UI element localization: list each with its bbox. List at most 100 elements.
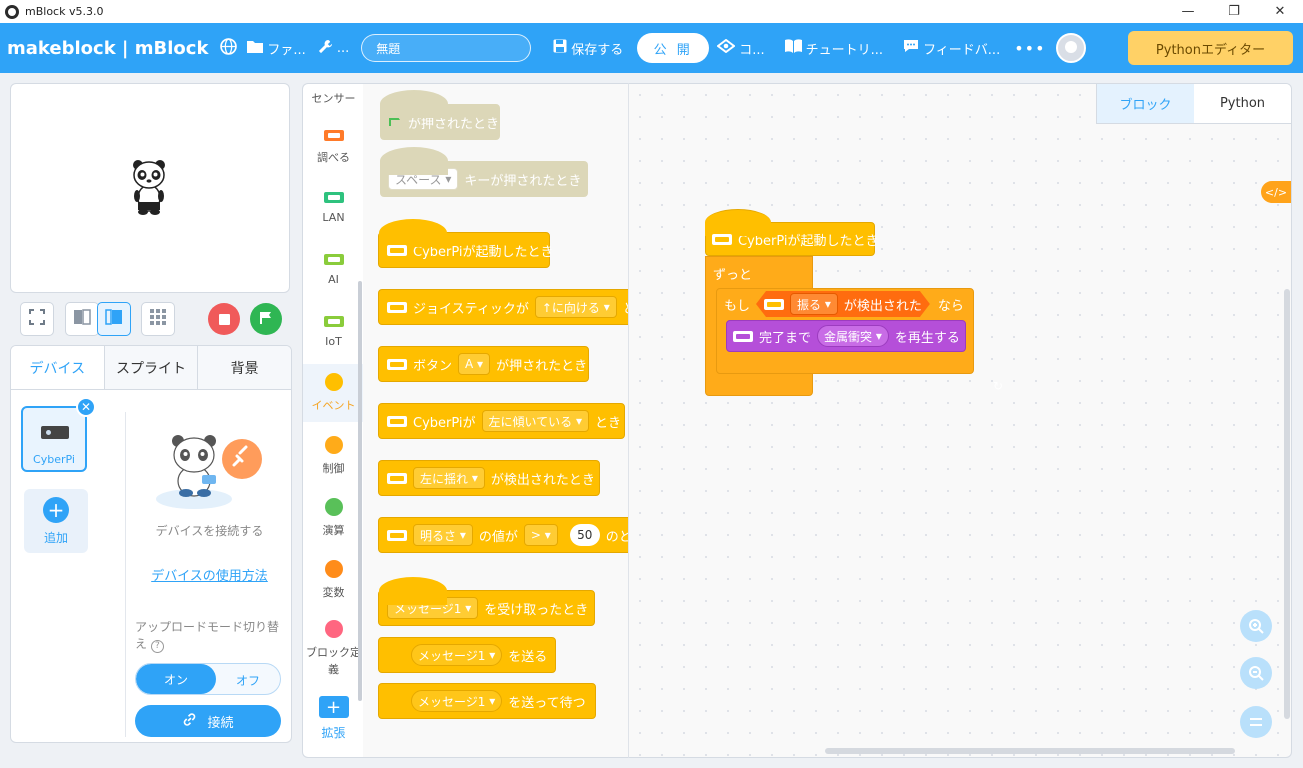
button-dropdown[interactable]: A ▾ [458, 353, 491, 375]
small-stage-button[interactable] [65, 302, 99, 336]
block-sensor-value[interactable]: 明るさ ▾ の値が > ▾ 50 のと [378, 517, 628, 553]
upload-mode-toggle[interactable]: オン オフ [135, 663, 281, 695]
fullscreen-icon [29, 309, 45, 329]
key-dropdown[interactable]: スペース ▾ [388, 168, 459, 190]
category-operators[interactable]: 演算 [303, 498, 364, 538]
block-text: ジョイスティックが [413, 301, 529, 317]
language-menu[interactable] [220, 37, 241, 59]
toggle-off[interactable]: オフ [216, 664, 280, 694]
shake-condition[interactable]: 振る ▾ が検出された [756, 291, 930, 317]
block-broadcast[interactable]: メッセージ1 ▾ を送る [378, 637, 556, 673]
project-name-input[interactable]: 無題 [361, 34, 532, 62]
stop-button[interactable] [208, 303, 240, 335]
threshold-input[interactable]: 50 [569, 524, 600, 546]
block-text: ボタン [413, 358, 453, 374]
connect-menu[interactable]: コ... [716, 38, 765, 58]
zoom-out-icon[interactable] [1240, 657, 1272, 689]
block-text: CyberPiが起動したとき [738, 233, 879, 249]
small-stage-icon [73, 309, 91, 329]
message-dropdown[interactable]: メッセージ1 ▾ [411, 644, 503, 666]
category-events[interactable]: イベント [303, 364, 364, 422]
message-dropdown[interactable]: メッセージ1 ▾ [411, 690, 503, 712]
remove-device-icon[interactable]: ✕ [76, 397, 96, 417]
panda-sprite[interactable] [129, 158, 169, 216]
horizontal-scrollbar[interactable] [825, 748, 1235, 754]
extension-button[interactable]: + 拡張 [303, 696, 364, 741]
condition-suffix: が検出された [843, 298, 922, 314]
user-avatar[interactable] [1055, 33, 1086, 63]
code-toggle-icon[interactable]: </> [1261, 181, 1291, 203]
block-cyberpi-start[interactable]: CyberPiが起動したとき [378, 219, 554, 268]
zoom-in-icon[interactable] [1240, 610, 1272, 642]
condition-dropdown[interactable]: 振る ▾ [790, 293, 838, 315]
block-when-key-pressed[interactable]: スペース ▾ キーが押されたとき [380, 147, 588, 197]
grid-view-button[interactable] [141, 302, 175, 336]
cyberpi-chip-icon [387, 529, 407, 541]
tab-backdrops[interactable]: 背景 [198, 346, 291, 389]
block-text: の値が [478, 529, 518, 545]
category-iot[interactable]: IoT [303, 316, 364, 348]
compare-dropdown[interactable]: > ▾ [523, 524, 558, 546]
zoom-reset-icon[interactable] [1240, 706, 1272, 738]
tab-python-view[interactable]: Python [1194, 84, 1291, 124]
sound-dropdown[interactable]: 金属衝突 ▾ [817, 325, 889, 347]
fullscreen-button[interactable] [20, 302, 54, 336]
shake-dropdown[interactable]: 左に揺れ ▾ [413, 467, 485, 489]
vertical-scrollbar[interactable] [1284, 289, 1290, 719]
plus-icon: + [43, 496, 69, 523]
cyberpi-chip-icon [387, 358, 407, 370]
category-sensor[interactable]: センサー [303, 90, 364, 106]
top-menubar: makeblock | mBlock ファ... ... 無題 保存する 公 開… [0, 23, 1303, 73]
category-lan[interactable]: LAN [303, 192, 364, 224]
minimize-button[interactable]: — [1165, 0, 1211, 23]
block-cyberpi-tilt[interactable]: CyberPiが 左に傾いている ▾ とき [378, 403, 625, 439]
category-sensing[interactable]: 調べる [303, 130, 364, 165]
category-control[interactable]: 制御 [303, 436, 364, 476]
connect-button[interactable]: 接続 [135, 705, 281, 737]
tab-blocks-view[interactable]: ブロック [1096, 84, 1194, 124]
brand-logo[interactable]: makeblock | mBlock [7, 38, 208, 59]
cyberpi-chip-icon [323, 192, 344, 203]
block-button-pressed[interactable]: ボタン A ▾ が押されたとき [378, 346, 589, 382]
block-shake-detected[interactable]: 左に揺れ ▾ が検出されたとき [378, 460, 600, 496]
maximize-button[interactable]: ❐ [1211, 0, 1257, 23]
script-hat-cyberpi-start[interactable]: CyberPiが起動したとき [705, 209, 879, 256]
device-name: CyberPi [33, 453, 75, 466]
tilt-dropdown[interactable]: 左に傾いている ▾ [481, 410, 590, 432]
category-variables[interactable]: 変数 [303, 560, 364, 600]
sensor-dropdown[interactable]: 明るさ ▾ [413, 524, 473, 546]
category-scrollbar[interactable] [358, 281, 362, 701]
stage-canvas[interactable] [10, 83, 290, 293]
sensor-dropdown-value: 明るさ [420, 528, 457, 543]
tab-devices[interactable]: デバイス [11, 346, 105, 389]
green-flag-button[interactable] [250, 303, 282, 335]
device-card-cyberpi[interactable]: CyberPi [21, 406, 87, 472]
tab-sprites[interactable]: スプライト [104, 346, 199, 389]
folder-icon [247, 40, 264, 57]
block-when-flag-clicked[interactable]: が押されたとき [380, 90, 500, 140]
category-my-blocks[interactable]: ブロック定義 [303, 620, 364, 678]
publish-button[interactable]: 公 開 [637, 33, 710, 63]
large-stage-button[interactable] [97, 302, 131, 336]
more-menu[interactable]: ••• [1014, 39, 1045, 58]
device-howto-link[interactable]: デバイスの使用方法 [126, 565, 291, 584]
category-sensing-label: 調べる [317, 151, 350, 164]
python-editor-button[interactable]: Pythonエディター [1128, 31, 1293, 65]
file-menu[interactable]: ファ... [247, 39, 306, 58]
joystick-dropdown[interactable]: ↑に向ける ▾ [534, 296, 617, 318]
feedback-menu[interactable]: フィードバ... [903, 39, 1000, 58]
message-dropdown[interactable]: メッセージ1 ▾ [387, 597, 479, 619]
block-joystick[interactable]: ジョイスティックが ↑に向ける ▾ と [378, 289, 628, 325]
help-icon[interactable]: ? [150, 640, 164, 653]
close-window-button[interactable]: ✕ [1257, 0, 1303, 23]
category-ai[interactable]: AI [303, 254, 364, 286]
edit-menu[interactable]: ... [318, 39, 349, 58]
script-play-sound-until-done[interactable]: 完了まで 金属衝突 ▾ を再生する [726, 320, 966, 352]
save-menu[interactable]: 保存する [553, 39, 623, 58]
toggle-on[interactable]: オン [136, 664, 216, 694]
block-when-receive-message[interactable]: メッセージ1 ▾ を受け取ったとき [378, 577, 595, 626]
block-broadcast-and-wait[interactable]: メッセージ1 ▾ を送って待つ [378, 683, 596, 719]
script-workspace[interactable]: ブロック Python </> CyberPiが起動したとき ずっと ↻ もし … [628, 83, 1292, 758]
tutorial-menu[interactable]: チュートリ... [784, 39, 883, 58]
add-device-button[interactable]: + 追加 [24, 489, 88, 553]
